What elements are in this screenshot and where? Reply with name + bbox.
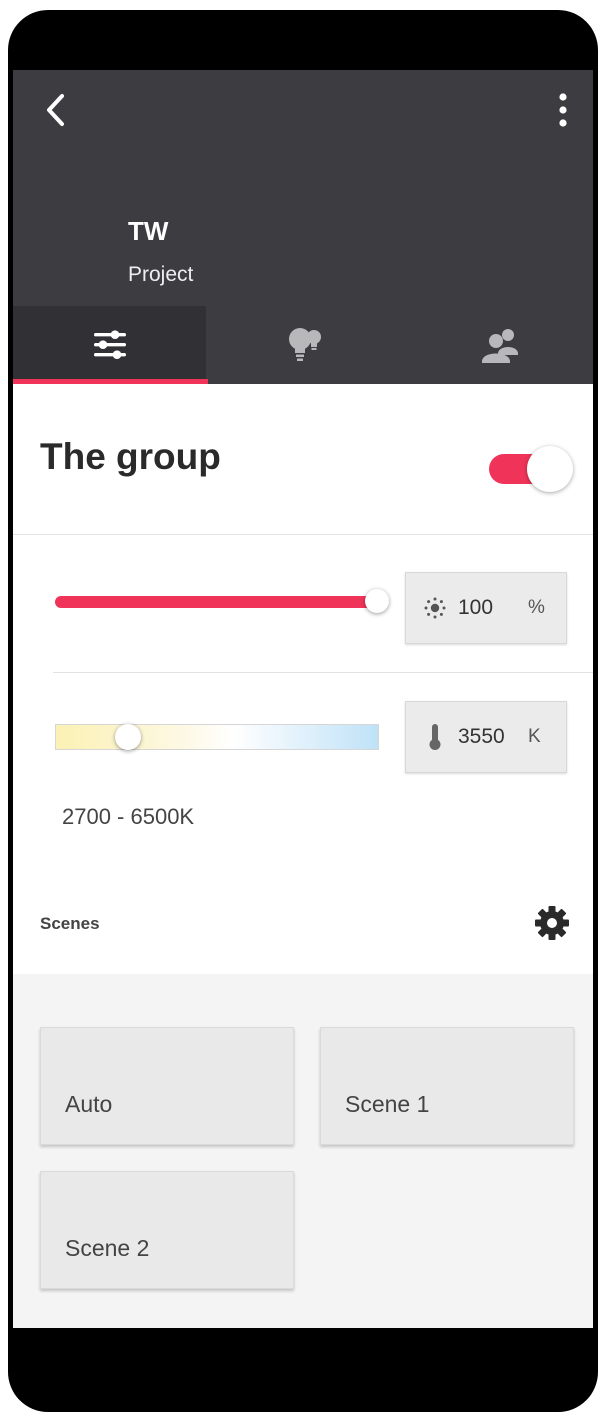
chevron-left-icon <box>47 94 64 126</box>
tab-bar <box>13 306 593 384</box>
temperature-value-field[interactable]: 3550 K <box>405 701 567 773</box>
temperature-value: 3550 <box>458 725 505 748</box>
scenes-settings-button[interactable] <box>533 904 571 942</box>
tab-controls[interactable] <box>13 306 206 384</box>
app-screen: TW Project The group 100 % 3550 K 2700 -… <box>13 70 593 1328</box>
more-options-button[interactable] <box>548 88 578 132</box>
section-divider <box>53 672 593 673</box>
scenes-header: Scenes <box>13 880 593 974</box>
scene-label: Auto <box>65 1091 113 1117</box>
phone-frame: TW Project The group 100 % 3550 K 2700 -… <box>8 10 598 1412</box>
brightness-value-field[interactable]: 100 % <box>405 572 567 644</box>
users-icon <box>481 329 518 363</box>
temperature-unit: K <box>528 726 541 747</box>
sun-icon <box>416 596 454 620</box>
gear-icon <box>535 906 569 940</box>
tab-lights[interactable] <box>208 306 401 384</box>
brightness-slider-track <box>55 596 379 608</box>
group-title: The group <box>40 436 221 477</box>
brightness-value: 100 <box>458 596 494 619</box>
scenes-grid: Auto Scene 1 Scene 2 <box>13 974 593 1328</box>
scene-label: Scene 1 <box>345 1091 430 1117</box>
scenes-title: Scenes <box>40 914 100 933</box>
scene-card-scene-2[interactable]: Scene 2 <box>40 1171 294 1289</box>
group-power-toggle[interactable] <box>489 446 573 492</box>
toggle-knob <box>527 446 573 492</box>
scene-card-scene-1[interactable]: Scene 1 <box>320 1027 574 1145</box>
group-header: The group <box>13 384 593 535</box>
color-temperature-track <box>55 724 379 750</box>
thermometer-icon <box>416 723 454 751</box>
tab-users[interactable] <box>403 306 593 384</box>
page-title: TW <box>128 216 169 246</box>
more-vertical-icon <box>559 93 567 127</box>
brightness-slider-thumb[interactable] <box>365 589 389 613</box>
scene-card-auto[interactable]: Auto <box>40 1027 294 1145</box>
sliders-icon <box>93 330 126 359</box>
page-subtitle: Project <box>128 263 194 286</box>
brightness-slider[interactable] <box>55 587 393 617</box>
bulbs-icon <box>288 328 321 361</box>
app-bar: TW Project <box>13 70 593 384</box>
color-temperature-thumb[interactable] <box>115 724 141 750</box>
color-temperature-slider[interactable] <box>55 720 395 756</box>
temperature-range-label: 2700 - 6500K <box>62 804 195 829</box>
back-button[interactable] <box>37 90 77 130</box>
brightness-unit: % <box>528 597 545 618</box>
scene-label: Scene 2 <box>65 1235 150 1261</box>
